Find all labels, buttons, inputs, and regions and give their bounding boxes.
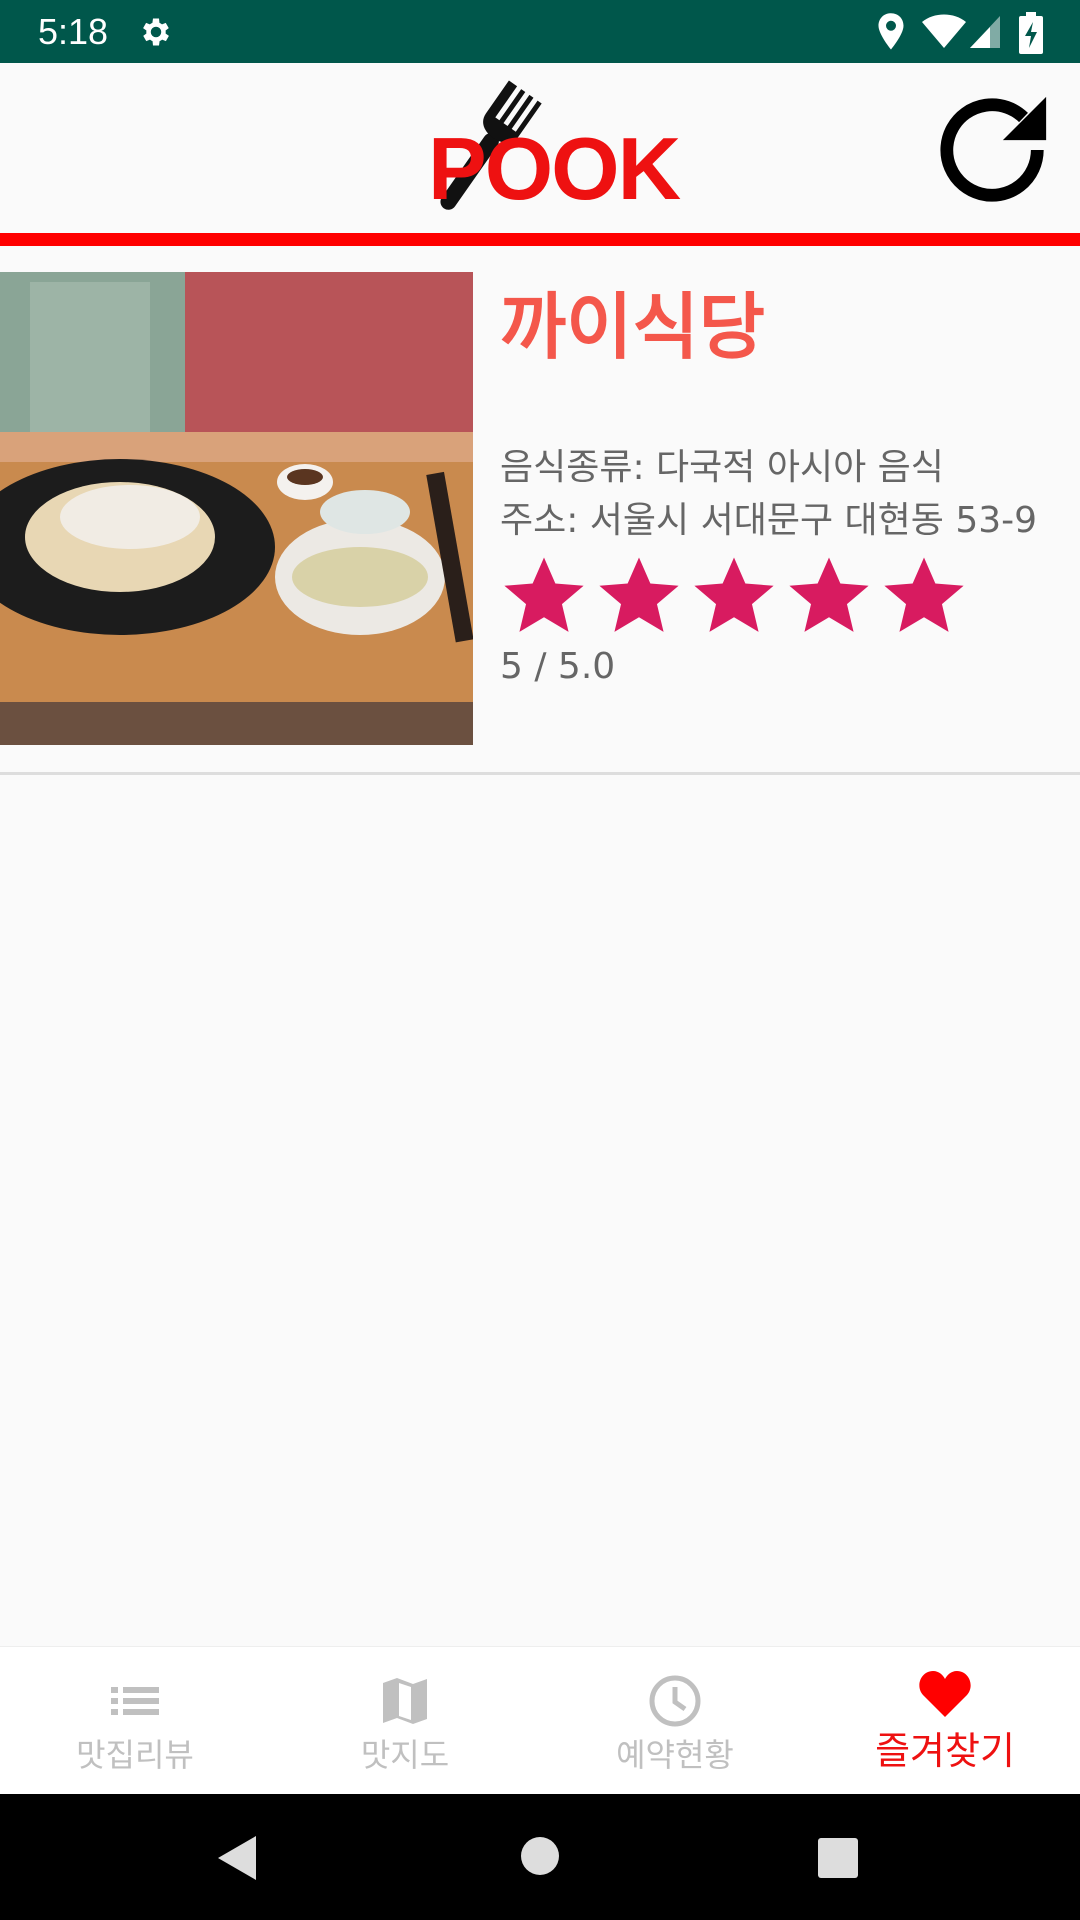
location-icon	[878, 13, 904, 50]
heart-icon	[919, 1671, 971, 1717]
bottom-navigation: 맛집리뷰 맛지도 예약현황 즐겨찾기	[0, 1646, 1080, 1795]
nav-label: 맛지도	[360, 1736, 450, 1774]
rating-stars	[500, 552, 975, 640]
system-navigation	[0, 1794, 1080, 1920]
gear-icon	[143, 18, 169, 46]
status-bar: 5:18	[0, 0, 1080, 63]
battery-icon	[1019, 12, 1043, 54]
nav-label: 예약현황	[616, 1736, 734, 1774]
nav-favorites[interactable]: 즐겨찾기	[810, 1647, 1080, 1795]
nav-label: 즐겨찾기	[875, 1729, 1015, 1773]
favorite-card[interactable]: 까이식당 음식종류: 다국적 아시아 음식 주소: 서울시 서대문구 대현동 5…	[0, 272, 1080, 772]
header-divider	[0, 233, 1080, 246]
logo-text: POOK	[428, 119, 681, 218]
list-divider	[0, 772, 1080, 775]
nav-reservations[interactable]: 예약현황	[540, 1647, 810, 1795]
nav-label: 맛집리뷰	[76, 1736, 194, 1774]
map-icon	[383, 1678, 427, 1724]
star-icon	[599, 557, 679, 632]
star-icon	[789, 557, 869, 632]
star-icon	[694, 557, 774, 632]
wifi-icon	[922, 14, 966, 48]
refresh-icon[interactable]	[936, 89, 1054, 207]
nav-map[interactable]: 맛지도	[270, 1647, 540, 1795]
cellular-icon	[970, 16, 1000, 48]
home-icon[interactable]	[520, 1836, 560, 1876]
list-icon	[111, 1687, 159, 1715]
clock-icon	[649, 1675, 701, 1727]
status-time: 5:18	[38, 11, 109, 52]
rating-score: 5 / 5.0	[500, 646, 616, 687]
nav-restaurant-reviews[interactable]: 맛집리뷰	[0, 1647, 270, 1795]
back-icon[interactable]	[216, 1834, 260, 1882]
recents-icon[interactable]	[818, 1838, 858, 1878]
pook-logo[interactable]: POOK	[424, 71, 681, 221]
restaurant-name[interactable]: 까이식당	[500, 282, 765, 372]
food-photo	[0, 272, 473, 745]
app-header: POOK	[0, 63, 1080, 233]
food-type: 음식종류: 다국적 아시아 음식	[500, 447, 944, 488]
star-icon	[884, 557, 964, 632]
address: 주소: 서울시 서대문구 대현동 53-9	[500, 500, 1038, 541]
star-icon	[504, 557, 584, 632]
